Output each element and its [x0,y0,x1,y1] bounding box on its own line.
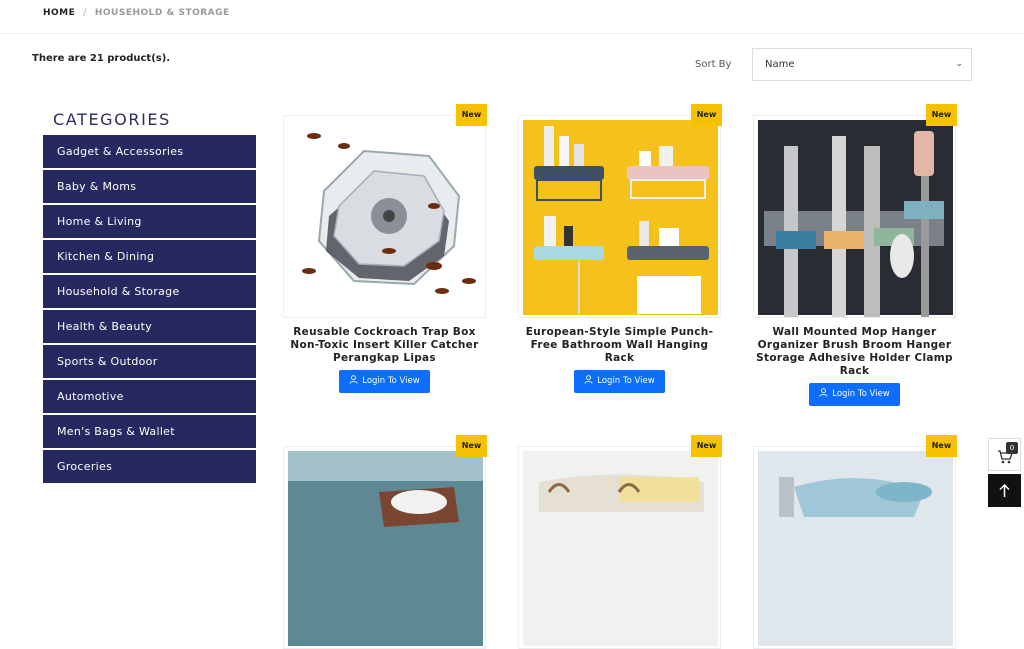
category-groceries[interactable]: Groceries [43,450,256,483]
login-to-view-label: Login To View [832,389,890,399]
new-badge: New [456,104,487,126]
product-title[interactable]: European-Style Simple Punch-Free Bathroo… [518,326,721,365]
login-to-view-label: Login To View [597,376,655,386]
breadcrumb-home[interactable]: HOME [43,8,75,18]
category-baby-moms[interactable]: Baby & Moms [43,170,256,203]
category-list: Gadget & Accessories Baby & Moms Home & … [43,135,256,485]
breadcrumb: HOME / HOUSEHOLD & STORAGE [43,8,230,18]
product-image-bathroom-rack[interactable] [518,115,721,318]
login-to-view-label: Login To View [362,376,420,386]
product-image[interactable] [283,446,486,649]
new-badge: New [691,435,722,457]
category-sports-outdoor[interactable]: Sports & Outdoor [43,345,256,378]
sort-selected-value: Name [765,59,795,70]
breadcrumb-current: HOUSEHOLD & STORAGE [94,8,230,18]
new-badge: New [691,104,722,126]
product-image[interactable] [753,446,956,649]
login-to-view-button[interactable]: Login To View [339,370,430,393]
product-count: There are 21 product(s). [32,53,171,64]
arrow-up-icon [999,483,1010,497]
new-badge: New [926,435,957,457]
cart-count-badge: 0 [1006,442,1018,454]
chevron-down-icon: ⌄ [955,59,963,69]
category-mens-bags-wallet[interactable]: Men's Bags & Wallet [43,415,256,448]
category-automotive[interactable]: Automotive [43,380,256,413]
product-title[interactable]: Wall Mounted Mop Hanger Organizer Brush … [753,326,956,378]
category-gadget-accessories[interactable]: Gadget & Accessories [43,135,256,168]
user-icon [584,375,593,384]
sort-label: Sort By [695,59,732,70]
floating-cart-button[interactable]: 0 [988,438,1021,471]
user-icon [349,375,358,384]
product-title[interactable]: Reusable Cockroach Trap Box Non-Toxic In… [283,326,486,365]
category-household-storage[interactable]: Household & Storage [43,275,256,308]
back-to-top-button[interactable] [988,474,1021,507]
login-to-view-button[interactable]: Login To View [574,370,665,393]
category-health-beauty[interactable]: Health & Beauty [43,310,256,343]
user-icon [819,388,828,397]
product-image[interactable] [518,446,721,649]
sort-select[interactable]: Name ⌄ [752,48,972,81]
login-to-view-button[interactable]: Login To View [809,383,900,406]
category-home-living[interactable]: Home & Living [43,205,256,238]
category-kitchen-dining[interactable]: Kitchen & Dining [43,240,256,273]
new-badge: New [926,104,957,126]
categories-title: CATEGORIES [53,110,171,129]
new-badge: New [456,435,487,457]
product-image-mop-hanger[interactable] [753,115,956,318]
header-divider [0,33,1024,34]
product-image-cockroach-trap[interactable] [283,115,486,318]
breadcrumb-separator: / [83,8,87,18]
